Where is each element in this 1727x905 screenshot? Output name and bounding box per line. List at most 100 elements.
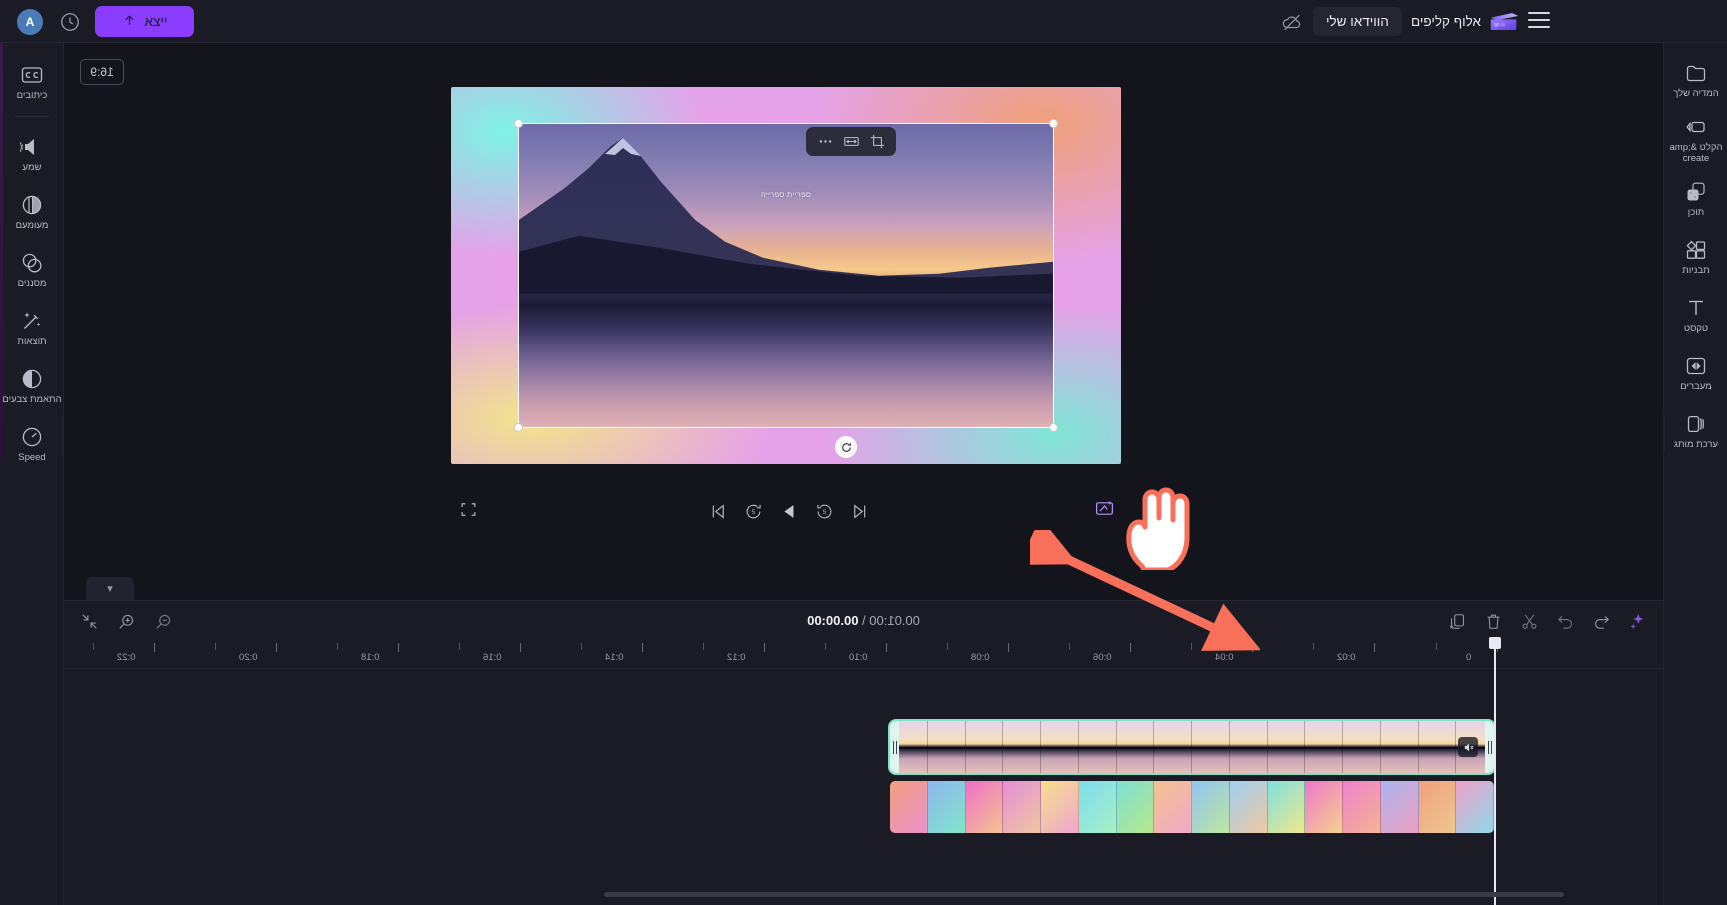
timeline-toolbar: 00.01:00 \ 00.00:00 xyxy=(64,601,1663,643)
sidebar-item-audio[interactable]: שמע xyxy=(0,125,64,183)
sidebar-item-templates[interactable]: תבניות xyxy=(1664,229,1727,287)
sidebar-item-label: מעברים xyxy=(1680,381,1712,393)
fullscreen-icon[interactable] xyxy=(460,501,477,518)
sidebar-item-label: תבניות xyxy=(1682,265,1710,277)
ruler-label: 0 xyxy=(1466,652,1472,663)
sidebar-item-text[interactable]: טקסט xyxy=(1664,287,1727,345)
clip-floating-toolbar xyxy=(806,127,896,156)
brand-logo[interactable]: אלוף קליפים xyxy=(1411,8,1519,35)
ruler-label: 0:12 xyxy=(727,652,746,663)
sidebar-item-label: מסננים xyxy=(17,277,47,289)
effects-wand-icon xyxy=(20,309,44,333)
my-video-button[interactable]: הווידאו שלי xyxy=(1313,7,1402,36)
divider xyxy=(14,116,49,117)
captions-icon xyxy=(20,63,44,87)
top-bar: A ייצא הווידאו שלי אלוף קליפים xyxy=(0,0,1727,43)
sidebar-item-label: תוכן xyxy=(1687,207,1705,219)
sidebar-item-captions[interactable]: כיתובים xyxy=(0,53,64,111)
export-label: ייצא xyxy=(144,14,168,29)
sidebar-item-speed[interactable]: Speed xyxy=(0,415,64,473)
redo-icon[interactable] xyxy=(1592,612,1611,631)
crop-icon[interactable] xyxy=(869,133,886,150)
timeline-collapse-tab[interactable]: ▾ xyxy=(86,577,134,600)
scissors-icon[interactable] xyxy=(1520,612,1539,631)
playhead-handle[interactable] xyxy=(1489,637,1501,649)
timeline-edit-controls xyxy=(1448,612,1647,631)
color-adjust-icon xyxy=(20,367,44,391)
sidebar-item-your-media[interactable]: המדיה שלך xyxy=(1664,51,1727,109)
properties-sidebar: כיתובים שמע מעומעם מסננים תוצאות התאמת צ… xyxy=(0,43,64,905)
playhead[interactable] xyxy=(1489,637,1501,905)
aspect-ratio-badge[interactable]: 16:9 xyxy=(80,59,124,85)
tools-sidebar: המדיה שלך הקלט &amp; create תוכן תבניות … xyxy=(1663,43,1727,905)
gradient-filmstrip xyxy=(890,781,1494,833)
sidebar-item-effects[interactable]: תוצאות xyxy=(0,299,64,357)
cloud-offline-icon[interactable] xyxy=(1281,11,1303,33)
table-row[interactable] xyxy=(890,721,1494,773)
undo-icon[interactable] xyxy=(1556,612,1575,631)
timecode-separator: \ xyxy=(858,613,870,628)
ruler-label: 0:02 xyxy=(1337,652,1356,663)
more-dots-icon[interactable] xyxy=(817,133,834,150)
ai-sparkle-icon[interactable] xyxy=(1628,612,1647,631)
record-create-icon xyxy=(1684,115,1708,139)
sidebar-item-brand-kit[interactable]: ערכת מותג xyxy=(1664,403,1727,461)
sidebar-item-label: כיתובים xyxy=(16,89,48,101)
preview-canvas[interactable]: ספריית ספרייה xyxy=(451,87,1121,464)
duplicate-icon[interactable] xyxy=(1448,612,1467,631)
ai-sparkle-icon[interactable] xyxy=(1094,498,1115,519)
sidebar-item-record-create[interactable]: הקלט &amp; create xyxy=(1664,109,1727,171)
sidebar-item-content[interactable]: תוכן xyxy=(1664,171,1727,229)
fade-icon xyxy=(20,193,44,217)
audio-muted-icon[interactable] xyxy=(1458,737,1478,757)
trim-handle-right[interactable] xyxy=(1485,721,1494,773)
table-row[interactable] xyxy=(890,781,1494,833)
filters-icon xyxy=(20,251,44,275)
sidebar-item-label: ערכת מותג xyxy=(1673,439,1719,451)
fit-width-icon[interactable] xyxy=(843,133,860,150)
timeline-ruler[interactable]: 0 0:02 0:04 0:06 0:08 0:10 0:12 0:14 0:1… xyxy=(64,643,1663,669)
history-icon[interactable] xyxy=(59,11,81,33)
play-icon[interactable] xyxy=(780,502,799,521)
video-layer[interactable]: ספריית ספרייה xyxy=(519,124,1053,427)
clipchamp-editor: A ייצא הווידאו שלי אלוף קליפים כיתובים ש… xyxy=(0,0,1727,905)
text-t-icon xyxy=(1684,296,1708,320)
ruler-label: 0:14 xyxy=(605,652,624,663)
clapperboard-icon xyxy=(1489,12,1519,32)
rotate-handle[interactable] xyxy=(835,436,857,458)
ruler-label: 0:08 xyxy=(971,652,990,663)
playback-controls-bar: 5 5 xyxy=(64,492,1663,532)
trash-icon[interactable] xyxy=(1484,612,1503,631)
skip-to-start-icon[interactable] xyxy=(709,502,728,521)
sidebar-item-label: מעומעם xyxy=(15,219,49,231)
sidebar-item-label: הקלט &amp; create xyxy=(1669,142,1723,164)
audio-waveform xyxy=(890,747,1494,749)
ruler-label: 0:20 xyxy=(239,652,258,663)
timeline-horizontal-scrollbar[interactable] xyxy=(604,892,1564,897)
sidebar-item-color-adjust[interactable]: התאמת צבעים xyxy=(0,357,64,415)
svg-text:5: 5 xyxy=(822,509,826,516)
ruler-label: 0:06 xyxy=(1093,652,1112,663)
skip-to-end-icon[interactable] xyxy=(850,502,869,521)
sidebar-item-filters[interactable]: מסננים xyxy=(0,241,64,299)
my-video-label: הווידאו שלי xyxy=(1326,14,1389,29)
aspect-ratio-label: 16:9 xyxy=(90,65,114,79)
chevron-down-icon: ▾ xyxy=(107,583,113,595)
speed-gauge-icon xyxy=(20,425,44,449)
rewind-5s-icon[interactable]: 5 xyxy=(744,502,763,521)
avatar[interactable]: A xyxy=(17,9,43,35)
upload-arrow-icon xyxy=(122,12,137,32)
transport-controls: 5 5 xyxy=(709,496,869,526)
mountain-silhouette xyxy=(519,137,1053,294)
transitions-icon xyxy=(1684,354,1708,378)
trim-handle-left[interactable] xyxy=(890,721,899,773)
hamburger-menu-icon[interactable] xyxy=(1528,12,1550,30)
sidebar-item-transitions[interactable]: מעברים xyxy=(1664,345,1727,403)
sidebar-item-label: המדיה שלך xyxy=(1673,87,1719,99)
export-button[interactable]: ייצא xyxy=(95,6,194,37)
sidebar-item-fade[interactable]: מעומעם xyxy=(0,183,64,241)
rotate-icon xyxy=(841,442,851,452)
ruler-label: 0:04 xyxy=(1215,652,1234,663)
forward-5s-icon[interactable]: 5 xyxy=(815,502,834,521)
svg-text:5: 5 xyxy=(752,509,756,516)
